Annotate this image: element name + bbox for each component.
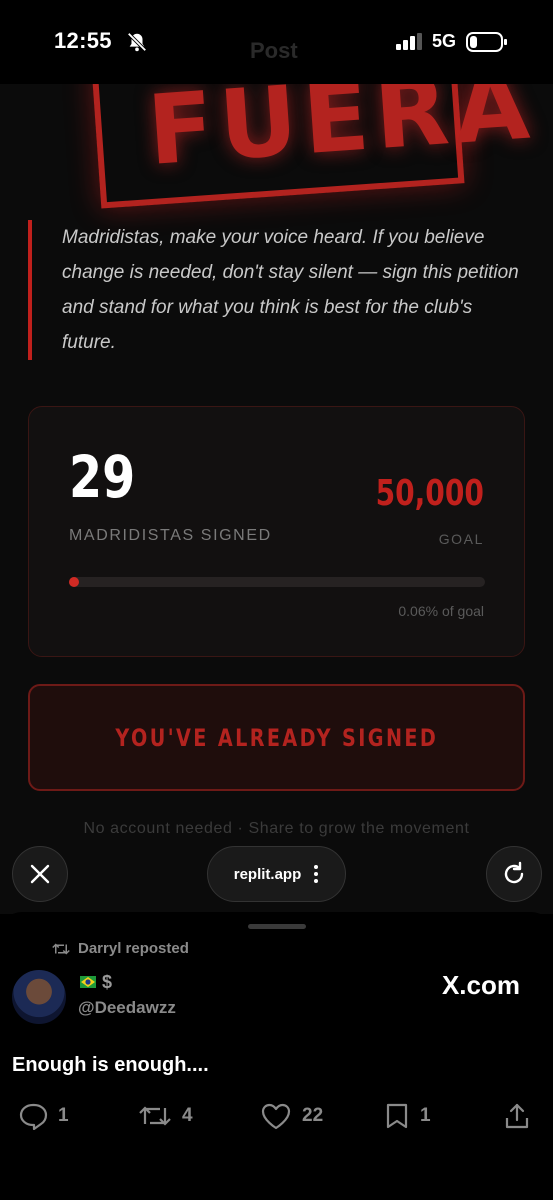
share-icon xyxy=(505,1103,529,1129)
like-count: 22 xyxy=(302,1105,324,1126)
x-brand: X.com xyxy=(441,970,520,1000)
signature-count: 29 xyxy=(69,443,136,511)
bookmark-icon xyxy=(386,1103,408,1129)
repost-count: 4 xyxy=(182,1105,193,1126)
signature-counter-card: 29 MADRIDISTAS SIGNED 50,000 GOAL 0.06% … xyxy=(28,406,525,657)
network-label: 5G xyxy=(432,31,457,51)
progress-percent: 0.06% of goal xyxy=(398,603,484,619)
sheet-grabber[interactable] xyxy=(248,924,306,929)
brazil-flag-icon xyxy=(80,976,96,988)
url-pill[interactable]: replit.app xyxy=(207,846,346,902)
petition-quote: Madridistas, make your voice heard. If y… xyxy=(28,220,528,360)
battery-icon xyxy=(466,32,507,52)
repost-icon xyxy=(52,942,70,955)
share-footnote: No account needed · Share to grow the mo… xyxy=(83,820,470,837)
reload-button[interactable] xyxy=(486,846,542,902)
stamp-graphic: FUERA xyxy=(91,84,538,209)
avatar[interactable] xyxy=(12,970,66,1024)
reply-count: 1 xyxy=(58,1105,69,1126)
reload-icon xyxy=(504,861,524,884)
more-options-icon[interactable] xyxy=(313,864,319,884)
bell-muted-icon xyxy=(127,32,147,52)
tweet-actions: 1 4 22 1 xyxy=(0,1102,553,1142)
share-button[interactable] xyxy=(504,1102,530,1130)
close-browser-button[interactable] xyxy=(12,846,68,902)
progress-fill xyxy=(69,577,79,587)
close-icon xyxy=(30,864,50,884)
web-page: FUERA Madridistas, make your voice heard… xyxy=(0,84,553,914)
status-bar: Post 12:55 5G xyxy=(0,0,553,84)
repost-button[interactable]: 4 xyxy=(138,1102,193,1130)
already-signed-button[interactable]: YOU'VE ALREADY SIGNED xyxy=(28,684,525,791)
reply-icon xyxy=(19,1103,48,1130)
bookmark-button[interactable]: 1 xyxy=(384,1102,431,1130)
signal-icon xyxy=(396,33,422,50)
reply-button[interactable]: 1 xyxy=(18,1102,69,1130)
bookmark-count: 1 xyxy=(420,1105,431,1126)
stamp-text: FUERA xyxy=(144,84,539,187)
url-text: replit.app xyxy=(233,865,302,883)
signature-count-label: MADRIDISTAS SIGNED xyxy=(69,527,272,544)
already-signed-label: YOU'VE ALREADY SIGNED xyxy=(115,723,438,752)
user-handle[interactable]: @Deedawzz xyxy=(78,998,176,1018)
progress-bar xyxy=(69,577,485,587)
goal-label: GOAL xyxy=(438,531,484,547)
like-button[interactable]: 22 xyxy=(260,1102,323,1130)
status-time: 12:55 xyxy=(54,28,112,53)
tweet-text: Enough is enough.... xyxy=(12,1054,209,1076)
tweet-sheet: Darryl reposted $ @Deedawzz X.com Enough… xyxy=(0,912,553,1200)
faint-page-title: Post xyxy=(250,38,298,63)
goal-value: 50,000 xyxy=(375,473,484,514)
repost-icon xyxy=(139,1106,171,1126)
repost-attribution: Darryl reposted xyxy=(52,940,189,957)
dollar-icon: $ xyxy=(102,972,113,992)
heart-icon xyxy=(261,1103,291,1130)
reposted-by: Darryl reposted xyxy=(78,940,189,957)
